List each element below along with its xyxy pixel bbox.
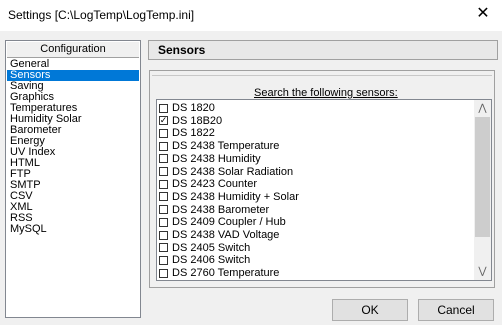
group-divider [152, 75, 492, 76]
scroll-thumb[interactable] [475, 117, 490, 237]
sensor-label: DS 2409 Coupler / Hub [172, 216, 286, 229]
sensor-label: DS 2438 Solar Radiation [172, 165, 294, 178]
scroll-up-icon[interactable]: ⋀ [474, 100, 491, 117]
checkbox-icon[interactable] [159, 179, 168, 189]
sensor-label: DS 2405 Switch [172, 241, 251, 254]
checkbox-icon[interactable] [159, 243, 168, 253]
sensor-label: DS 2438 Humidity + Solar [172, 190, 299, 203]
sensor-item[interactable]: DS 2423 Counter [159, 178, 257, 190]
sensors-group: Search the following sensors: DS 2760 Te… [149, 70, 495, 288]
checkbox-icon[interactable] [159, 217, 168, 227]
sensor-label: DS 2406 Switch [172, 254, 251, 267]
close-icon[interactable]: ✕ [473, 4, 493, 24]
search-sensors-label: Search the following sensors: [254, 87, 398, 99]
sensor-item[interactable]: DS 2406 Switch [159, 254, 250, 266]
ok-button[interactable]: OK [332, 299, 408, 321]
sensor-label: DS 1820 [172, 102, 215, 114]
checkbox-icon[interactable] [159, 128, 168, 138]
sensor-label: DS 2760 Temperature [172, 267, 280, 280]
checkbox-icon[interactable] [159, 154, 168, 164]
checkbox-icon[interactable] [159, 141, 168, 151]
window-title: Settings [C:\LogTemp\LogTemp.ini] [8, 8, 195, 22]
scroll-down-icon[interactable]: ⋁ [474, 263, 491, 280]
cancel-button[interactable]: Cancel [418, 299, 494, 321]
sensor-item[interactable]: DS 2405 Switch [159, 242, 250, 254]
sensor-label: DS 18B20 [172, 114, 223, 127]
checkbox-icon[interactable] [159, 103, 168, 113]
sensor-item[interactable]: DS 2438 Barometer [159, 204, 269, 216]
vertical-scrollbar[interactable]: ⋀ ⋁ [474, 100, 491, 280]
checkbox-checked-icon[interactable]: ✓ [159, 116, 168, 126]
configuration-header: Configuration [7, 42, 139, 58]
sensor-item[interactable]: DS 2409 Coupler / Hub [159, 216, 286, 228]
sensor-label: DS 2438 Barometer [172, 203, 270, 216]
checkbox-icon[interactable] [159, 268, 168, 278]
checkbox-icon[interactable] [159, 205, 168, 215]
sensor-item[interactable]: DS 2760 Temperature [159, 267, 279, 279]
sensor-item[interactable]: DS 2438 Humidity [159, 153, 261, 165]
sensor-label: DS 2438 Humidity [172, 152, 261, 165]
sidebar-item-mysql[interactable]: MySQL [7, 224, 139, 235]
sensor-item[interactable]: DS 1820 [159, 102, 215, 114]
sensor-list: DS 2760 Temperature DS 2406 Switch DS 2405… [156, 99, 492, 281]
checkbox-icon[interactable] [159, 230, 168, 240]
configuration-list: General Sensors Saving Graphics Temperatures… [7, 59, 139, 235]
title-bar: Settings [C:\LogTemp\LogTemp.ini] ✕ [0, 0, 502, 31]
sensor-item[interactable]: DS 2438 VAD Voltage [159, 229, 279, 241]
sensor-label: DS 2423 Counter [172, 178, 257, 191]
checkbox-icon[interactable] [159, 192, 168, 202]
sensor-item[interactable]: DS 2438 Solar Radiation [159, 166, 293, 178]
checkbox-icon[interactable] [159, 255, 168, 265]
sensor-label: DS 2438 VAD Voltage [172, 229, 280, 241]
configuration-panel: Configuration General Sensors Saving Graphi… [5, 40, 141, 318]
sensor-item[interactable]: DS 2438 Humidity + Solar [159, 191, 299, 203]
sensor-item[interactable]: DS 2438 Temperature [159, 140, 279, 152]
panel-title: Sensors [148, 40, 498, 60]
sensor-label: DS 1822 [172, 127, 215, 140]
sensor-label: DS 2438 Temperature [172, 140, 280, 153]
sensor-item[interactable]: ✓ DS 18B20 [159, 115, 222, 127]
checkbox-icon[interactable] [159, 167, 168, 176]
sensor-item[interactable]: DS 1822 [159, 127, 215, 139]
